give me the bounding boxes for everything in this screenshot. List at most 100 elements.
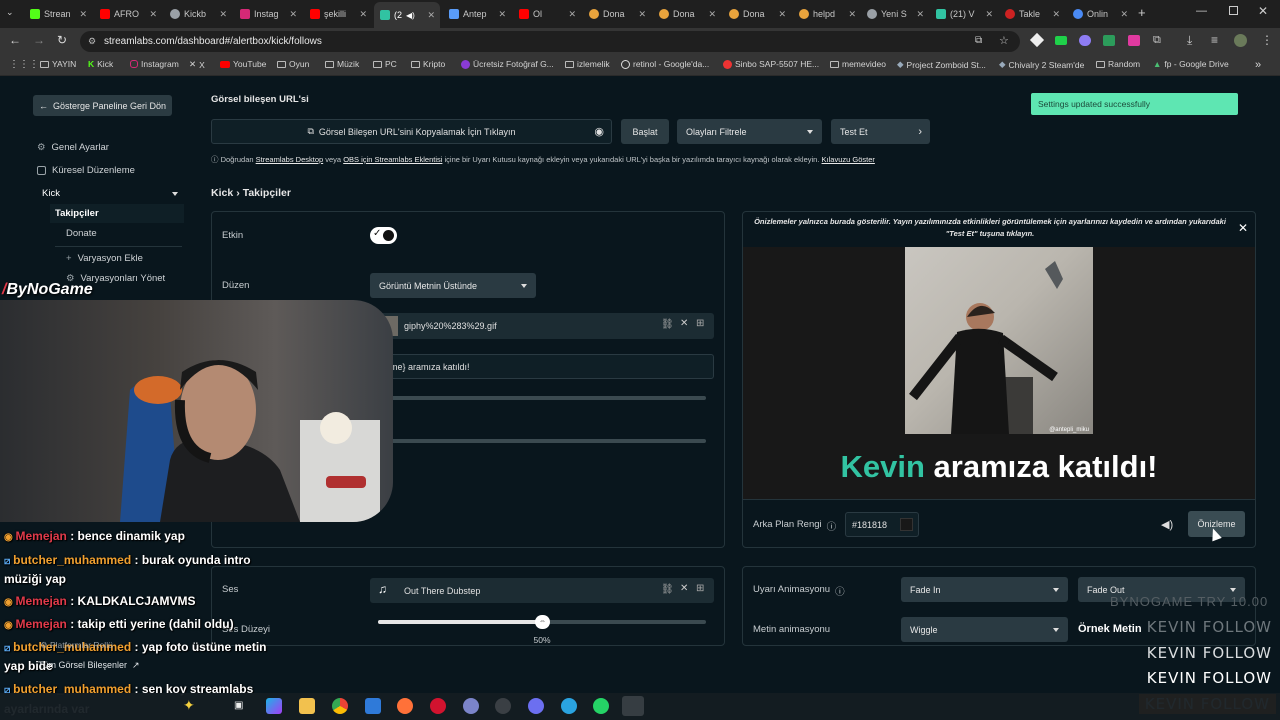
obs-plugin-link[interactable]: OBS için Streamlabs Eklentisi xyxy=(343,155,442,164)
slider-track[interactable] xyxy=(380,439,706,443)
close-icon[interactable]: ✕ xyxy=(79,9,92,20)
close-icon[interactable]: ✕ xyxy=(289,9,302,20)
streamlabs-desktop-link[interactable]: Streamlabs Desktop xyxy=(256,155,324,164)
close-icon[interactable]: ✕ xyxy=(708,9,721,20)
bookmark-star-icon[interactable]: ☆ xyxy=(999,34,1009,47)
test-select[interactable]: Test Et › xyxy=(831,119,930,144)
chrome-active-icon[interactable] xyxy=(622,696,644,716)
discord-icon[interactable] xyxy=(528,698,544,714)
profile-avatar[interactable] xyxy=(1234,34,1247,47)
mail-icon[interactable] xyxy=(365,698,381,714)
eye-icon[interactable]: ◉ xyxy=(594,125,604,138)
close-icon[interactable]: ✕ xyxy=(778,9,791,20)
add-variation-button[interactable]: + Varyasyon Ekle xyxy=(66,253,143,264)
sound-file-field[interactable]: ♫ Out There Dubstep ⛓ ✕ ⊞ xyxy=(370,578,714,603)
link-icon[interactable]: ⛓ xyxy=(661,584,674,595)
message-template-input[interactable]: me} aramıza katıldı! xyxy=(375,354,714,379)
close-icon[interactable]: ✕ xyxy=(638,9,651,20)
bookmark-item[interactable]: ◆ Project Zomboid St... xyxy=(897,59,986,70)
close-icon[interactable]: ✕ xyxy=(1052,9,1065,20)
browser-tab-active[interactable]: (2 ◀) ✕ xyxy=(374,2,440,28)
image-file-field[interactable]: giphy%20%283%29.gif ⛓ ✕ ⊞ xyxy=(380,313,714,339)
bg-color-input[interactable]: #181818 xyxy=(845,512,919,537)
browser-tab[interactable]: Dona ✕ xyxy=(653,4,721,24)
close-icon[interactable]: ✕ xyxy=(1120,9,1133,20)
forward-arrow-icon[interactable]: → xyxy=(33,33,45,47)
close-icon[interactable]: ✕ xyxy=(568,9,581,20)
bookmark-folder[interactable]: Müzik xyxy=(325,59,359,69)
download-icon[interactable]: ⤓ xyxy=(1187,33,1192,48)
new-tab-plus-icon[interactable]: + xyxy=(1138,5,1146,20)
close-icon[interactable]: ✕ xyxy=(149,9,162,20)
bookmark-folder[interactable]: PC xyxy=(373,59,397,69)
text-animation-select[interactable]: Wiggle xyxy=(901,617,1068,642)
browser-tab[interactable]: Antep ✕ xyxy=(443,4,511,24)
animation-in-select[interactable]: Fade In xyxy=(901,577,1068,602)
sidebar-item-donate[interactable]: Donate xyxy=(66,228,97,239)
task-view-icon[interactable]: ▣ xyxy=(234,700,243,711)
browser-tab[interactable]: Yeni S ✕ xyxy=(861,4,929,24)
slider-track[interactable] xyxy=(380,396,706,400)
volume-handle[interactable]: ⇔ xyxy=(535,615,550,629)
browser-tab[interactable]: Dona ✕ xyxy=(583,4,651,24)
browser-tab[interactable]: Onlin ✕ xyxy=(1067,4,1133,24)
back-arrow-icon[interactable]: ← xyxy=(9,33,21,47)
bookmark-item[interactable]: K Kick xyxy=(88,59,113,69)
close-icon[interactable]: ✕ xyxy=(219,9,232,20)
close-icon[interactable]: ✕ xyxy=(680,318,688,329)
browser-tab[interactable]: Dona ✕ xyxy=(723,4,791,24)
tab-search-chevron-icon[interactable]: ⌄ xyxy=(6,7,14,18)
extensions-puzzle-icon[interactable]: ⧉ xyxy=(1153,34,1161,47)
bookmark-item[interactable]: YouTube xyxy=(220,59,266,69)
bookmark-item[interactable]: Sinbo SAP-5507 HE... xyxy=(723,59,819,69)
extension-icon[interactable] xyxy=(1128,35,1140,46)
sidebar-item-general[interactable]: ⚙ Genel Ayarlar xyxy=(37,142,109,153)
bookmark-folder[interactable]: Oyun xyxy=(277,59,309,69)
bookmark-folder[interactable]: memevideo xyxy=(830,59,886,69)
close-icon[interactable]: ✕ xyxy=(680,583,688,594)
bookmark-folder[interactable]: Random xyxy=(1096,59,1140,69)
browser-tab[interactable]: AFRO ✕ xyxy=(94,4,162,24)
copilot-icon[interactable] xyxy=(266,698,282,714)
bookmark-item[interactable]: retinol - Google'da... xyxy=(621,59,709,69)
bookmark-item[interactable]: Instagram xyxy=(130,59,179,69)
close-icon[interactable]: ✕ xyxy=(359,9,372,20)
more-bookmarks-icon[interactable]: » xyxy=(1255,59,1261,71)
window-close-icon[interactable]: ✕ xyxy=(1258,4,1268,18)
bookmark-item[interactable]: ▲ fp - Google Drive xyxy=(1153,59,1229,69)
show-guide-link[interactable]: Kılavuzu Göster xyxy=(822,155,875,164)
bookmark-folder[interactable]: izlemelik xyxy=(565,59,610,69)
whatsapp-icon[interactable] xyxy=(593,698,609,714)
minimize-icon[interactable]: — xyxy=(1196,5,1207,17)
translate-icon[interactable]: ⧉ xyxy=(975,35,982,46)
browser-tab[interactable]: şekilli ✕ xyxy=(304,4,372,24)
breadcrumb-kick[interactable]: Kick xyxy=(211,187,233,199)
opera-icon[interactable] xyxy=(430,698,446,714)
media-controls-icon[interactable]: ≡ xyxy=(1211,33,1218,47)
browser-tab[interactable]: Strean ✕ xyxy=(24,4,92,24)
close-icon[interactable]: ✕ xyxy=(498,9,511,20)
app-icon[interactable] xyxy=(495,698,511,714)
chrome-icon[interactable] xyxy=(332,698,348,714)
grid-icon[interactable]: ⊞ xyxy=(696,318,704,329)
speaker-icon[interactable]: ◀) xyxy=(1161,518,1173,531)
browser-tab[interactable]: helpd ✕ xyxy=(793,4,861,24)
sidebar-item-global[interactable]: Küresel Düzenleme xyxy=(37,165,135,176)
extension-icon[interactable] xyxy=(1103,35,1115,46)
firefox-icon[interactable] xyxy=(397,698,413,714)
browser-tab[interactable]: Instag ✕ xyxy=(234,4,302,24)
start-button[interactable]: Başlat xyxy=(621,119,669,144)
close-icon[interactable]: ✕ xyxy=(916,9,929,20)
browser-tab[interactable]: Ol ✕ xyxy=(513,4,581,24)
apps-grid-icon[interactable]: ⋮⋮⋮ xyxy=(9,59,39,70)
back-to-dashboard-button[interactable]: ← Gösterge Paneline Geri Dön xyxy=(33,95,172,116)
browser-tab[interactable]: (21) V ✕ xyxy=(930,4,998,24)
app-icon[interactable] xyxy=(463,698,479,714)
telegram-icon[interactable] xyxy=(561,698,577,714)
enabled-toggle[interactable]: ✓ xyxy=(370,227,397,244)
close-icon[interactable]: ✕ xyxy=(427,10,440,21)
browser-tab[interactable]: Takle ✕ xyxy=(999,4,1065,24)
bookmark-item[interactable]: ✕ X xyxy=(189,59,205,70)
link-icon[interactable]: ⛓ xyxy=(661,319,674,330)
close-icon[interactable]: ✕ xyxy=(848,9,861,20)
